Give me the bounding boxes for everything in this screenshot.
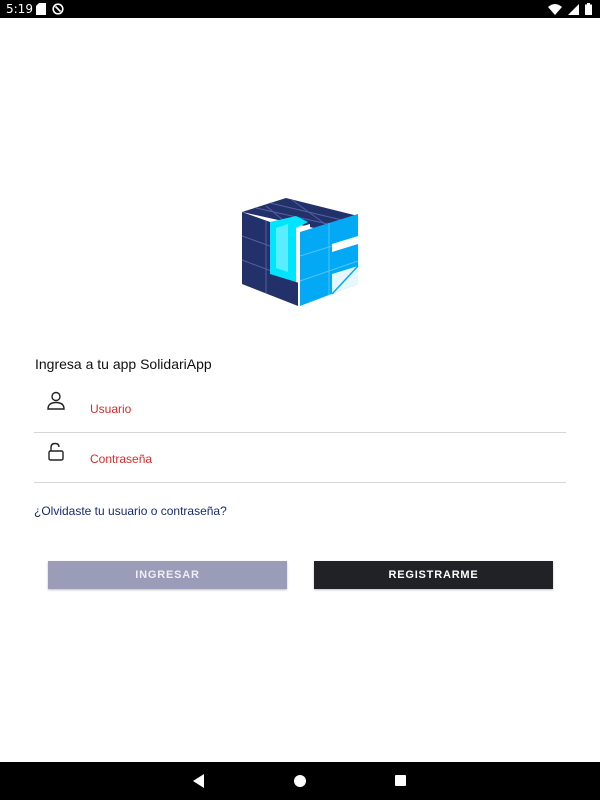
login-button[interactable]: INGRESAR xyxy=(48,561,287,589)
status-time: 5:19 xyxy=(6,2,33,16)
sync-icon xyxy=(52,3,64,15)
sd-card-icon xyxy=(36,3,46,15)
wifi-icon xyxy=(548,3,562,15)
username-input[interactable]: Usuario xyxy=(90,402,550,416)
password-input[interactable]: Contraseña xyxy=(90,452,550,466)
unlock-icon xyxy=(48,442,64,461)
status-left-icons xyxy=(36,3,64,15)
recents-icon[interactable] xyxy=(395,775,406,786)
status-right-icons xyxy=(548,3,592,15)
password-field[interactable]: Contraseña xyxy=(34,432,566,483)
status-bar: 5:19 xyxy=(0,0,600,18)
register-button[interactable]: REGISTRARME xyxy=(314,561,553,589)
back-icon[interactable] xyxy=(193,774,205,788)
battery-icon xyxy=(585,3,592,15)
solidariapp-logo xyxy=(241,198,359,306)
signal-icon xyxy=(568,3,579,15)
username-field[interactable]: Usuario xyxy=(34,382,566,433)
user-icon xyxy=(47,391,65,410)
forgot-password-link[interactable]: ¿Olvidaste tu usuario o contraseña? xyxy=(34,504,227,518)
login-subtitle: Ingresa a tu app SolidariApp xyxy=(35,356,212,372)
home-icon[interactable] xyxy=(294,775,306,787)
navigation-bar xyxy=(0,762,600,800)
